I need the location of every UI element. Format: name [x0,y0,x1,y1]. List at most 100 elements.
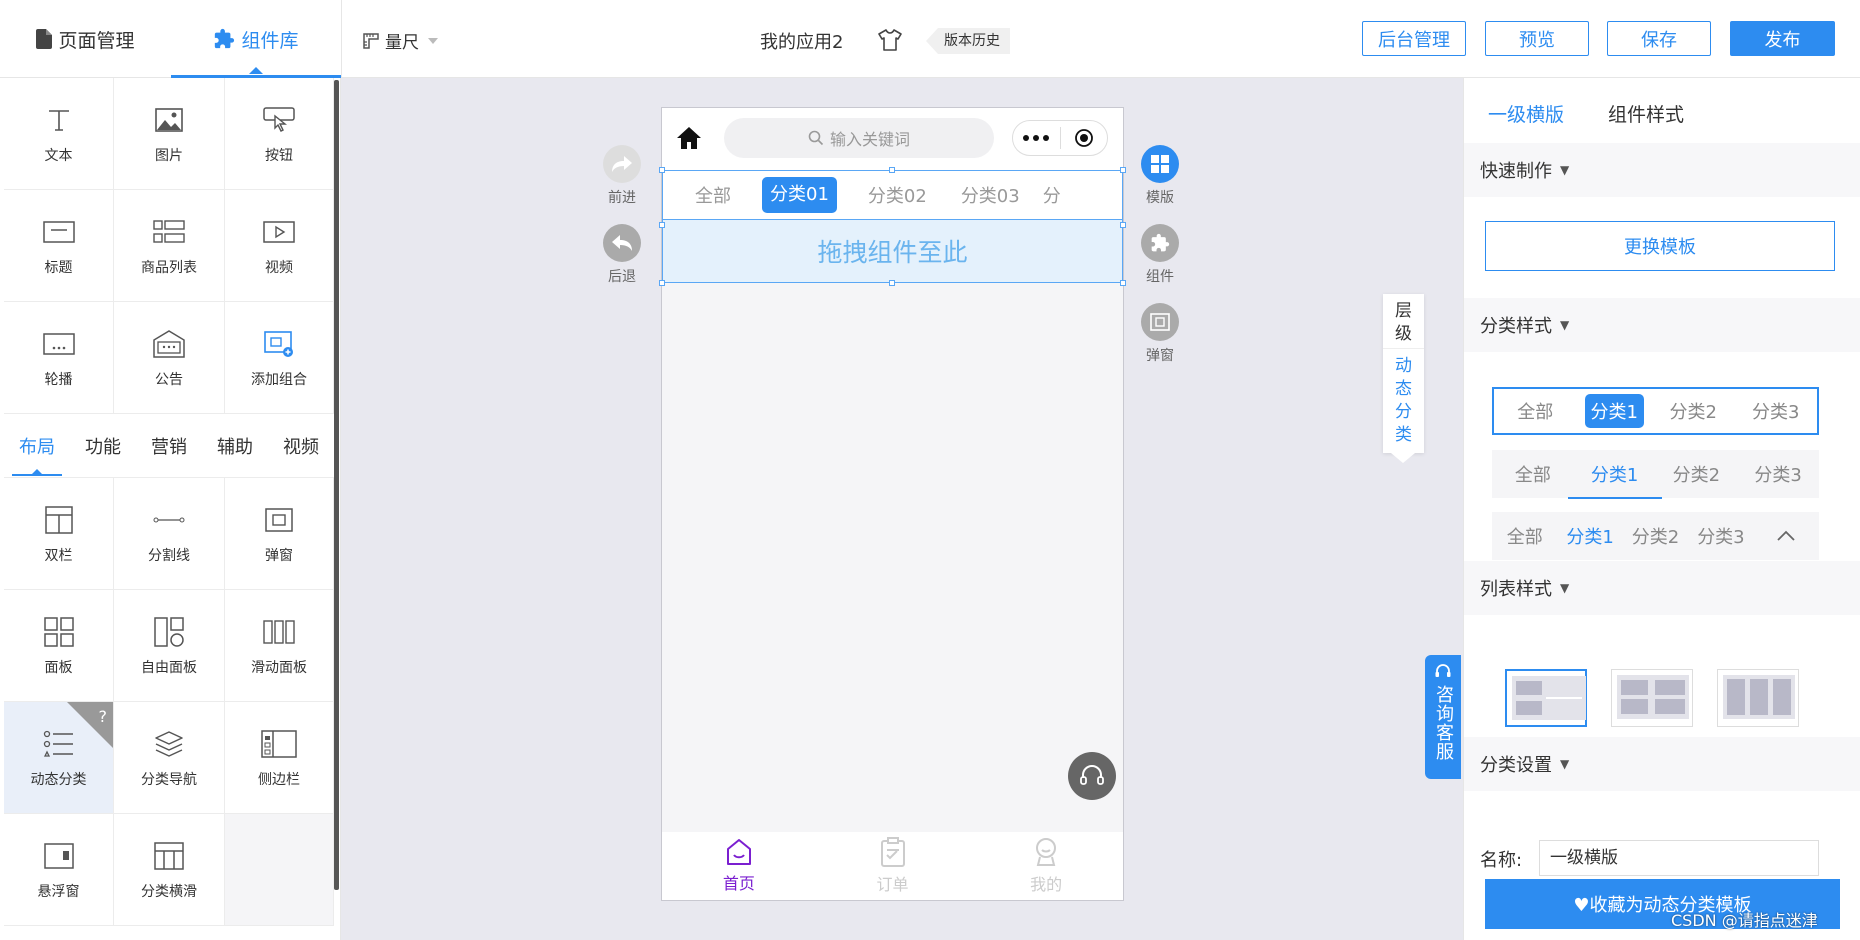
resize-handle[interactable] [659,222,665,228]
category-02[interactable]: 分类02 [851,182,944,208]
component-category-scroll[interactable]: 分类横滑 [114,814,225,926]
component-sidebar[interactable]: 侧边栏 [225,702,334,814]
page-icon [36,29,53,49]
popup-label: 弹窗 [1146,348,1174,364]
template-label: 模版 [1146,190,1174,206]
close-target-icon[interactable] [1061,128,1108,148]
back-button[interactable]: 后退 [592,224,652,286]
two-column-icon [44,503,73,537]
tab-home[interactable]: 首页 [662,832,816,900]
tab-primary-horizontal[interactable]: 一级横版 [1488,100,1564,127]
tab-function[interactable]: 功能 [70,418,136,478]
dynamic-category-bar[interactable]: 全部 分类01 分类02 分类03 分 [662,170,1123,220]
component-slide-panel[interactable]: 滑动面板 [225,590,334,702]
publish-button[interactable]: 发布 [1730,21,1835,56]
component-title[interactable]: 标题 [4,190,114,302]
list-style-option-grid[interactable] [1611,669,1693,727]
section-list-style[interactable]: 列表样式 ▼ [1464,561,1860,615]
component-free-panel[interactable]: 自由面板 [114,590,225,702]
forward-button[interactable]: 前进 [592,145,652,207]
section-category-settings[interactable]: 分类设置 ▼ [1464,737,1860,791]
change-template-button[interactable]: 更换模板 [1485,221,1835,271]
caret-down-icon: ▼ [1560,757,1570,771]
category-style-option-expand[interactable]: 全部 分类1 分类2 分类3 [1492,512,1819,560]
tab-component-style[interactable]: 组件样式 [1608,100,1684,127]
drop-zone[interactable]: 拖拽组件至此 [662,220,1123,283]
component-label: 图片 [155,147,183,164]
template-button[interactable]: 模版 [1130,145,1190,207]
layer-item-dynamic-category[interactable]: 动态分类 [1383,348,1424,449]
resize-handle[interactable] [1120,222,1126,228]
component-carousel[interactable]: 轮播 [4,302,114,414]
tab-orders[interactable]: 订单 [816,832,970,900]
notice-icon [153,327,185,361]
component-dynamic-category[interactable]: ? 动态分类 [4,702,114,814]
headset-icon[interactable] [1068,752,1116,800]
category-03[interactable]: 分类03 [944,182,1037,208]
component-divider[interactable]: 分割线 [114,478,225,590]
back-label: 后退 [608,269,636,285]
panel-icon [43,615,74,649]
list-style-option-columns[interactable] [1717,669,1799,727]
category-style-option-underline[interactable]: 全部 分类1 分类2 分类3 [1492,450,1819,499]
component-category-nav[interactable]: 分类导航 [114,702,225,814]
customer-service-tab[interactable]: 咨询客服 [1425,655,1461,779]
float-window-icon [43,839,74,873]
component-label: 标题 [44,259,73,276]
category-all[interactable]: 全部 [663,182,748,208]
help-mark[interactable]: ? [99,707,108,726]
section-quick-make[interactable]: 快速制作 ▼ [1464,143,1860,197]
left-panel-scrollbar[interactable] [334,80,339,890]
component-add-group[interactable]: 添加组合 [225,302,334,414]
preview-button[interactable]: 预览 [1485,21,1589,56]
component-popup[interactable]: 弹窗 [225,478,334,590]
category-next[interactable]: 分 [1037,182,1078,208]
name-input[interactable]: 一级横版 [1539,840,1819,876]
component-video[interactable]: 视频 [225,190,334,302]
popup-button[interactable]: 弹窗 [1130,303,1190,365]
ruler-toggle[interactable]: 量尺 [363,28,439,53]
component-text[interactable]: 文本 [4,78,114,190]
admin-button[interactable]: 后台管理 [1362,21,1466,56]
version-history-button[interactable]: 版本历史 [926,28,1010,54]
layer-panel: 层级 动态分类 [1383,294,1424,463]
list-layout-icon [1512,676,1586,720]
category-style-option-pill[interactable]: 全部 分类1 分类2 分类3 [1492,387,1819,435]
properties-panel: 一级横版 组件样式 快速制作 ▼ 更换模板 分类样式 ▼ 全部 分类1 分类2 分类… [1463,78,1860,940]
tab-auxiliary[interactable]: 辅助 [202,418,268,478]
home-smile-icon [726,839,751,865]
title-icon [42,215,75,249]
tab-page-management[interactable]: 页面管理 [0,0,171,78]
home-icon[interactable] [676,126,702,154]
tab-marketing[interactable]: 营销 [136,418,202,478]
component-two-column[interactable]: 双栏 [4,478,114,590]
resize-handle[interactable] [659,167,665,173]
caret-down-icon: ▼ [1560,318,1570,332]
search-input[interactable]: 输入关键词 [724,118,994,158]
resize-handle[interactable] [889,167,895,173]
component-float-window[interactable]: 悬浮窗 [4,814,114,926]
tab-video[interactable]: 视频 [268,418,334,478]
component-label: 公告 [155,371,183,388]
tab-layout[interactable]: 布局 [4,418,70,478]
component-button[interactable]: 按钮 [225,78,334,190]
resize-handle[interactable] [889,280,895,286]
section-category-style[interactable]: 分类样式 ▼ [1464,298,1860,352]
component-button[interactable]: 组件 [1130,224,1190,286]
category-01[interactable]: 分类01 [762,177,837,213]
component-product-list[interactable]: 商品列表 [114,190,225,302]
layer-label[interactable]: 层级 [1383,298,1424,348]
component-panel[interactable]: 面板 [4,590,114,702]
component-image[interactable]: 图片 [114,78,225,190]
tab-mine[interactable]: 我的 [969,832,1123,900]
resize-handle[interactable] [1120,280,1126,286]
theme-shirt-icon[interactable] [878,29,902,55]
resize-handle[interactable] [1120,167,1126,173]
resize-handle[interactable] [659,280,665,286]
save-button[interactable]: 保存 [1607,21,1711,56]
more-dots-icon[interactable] [1013,135,1060,141]
component-notice[interactable]: 公告 [114,302,225,414]
list-style-option-list[interactable] [1505,669,1587,727]
caret-down-icon: ▼ [1560,163,1570,177]
button-icon [263,103,295,137]
